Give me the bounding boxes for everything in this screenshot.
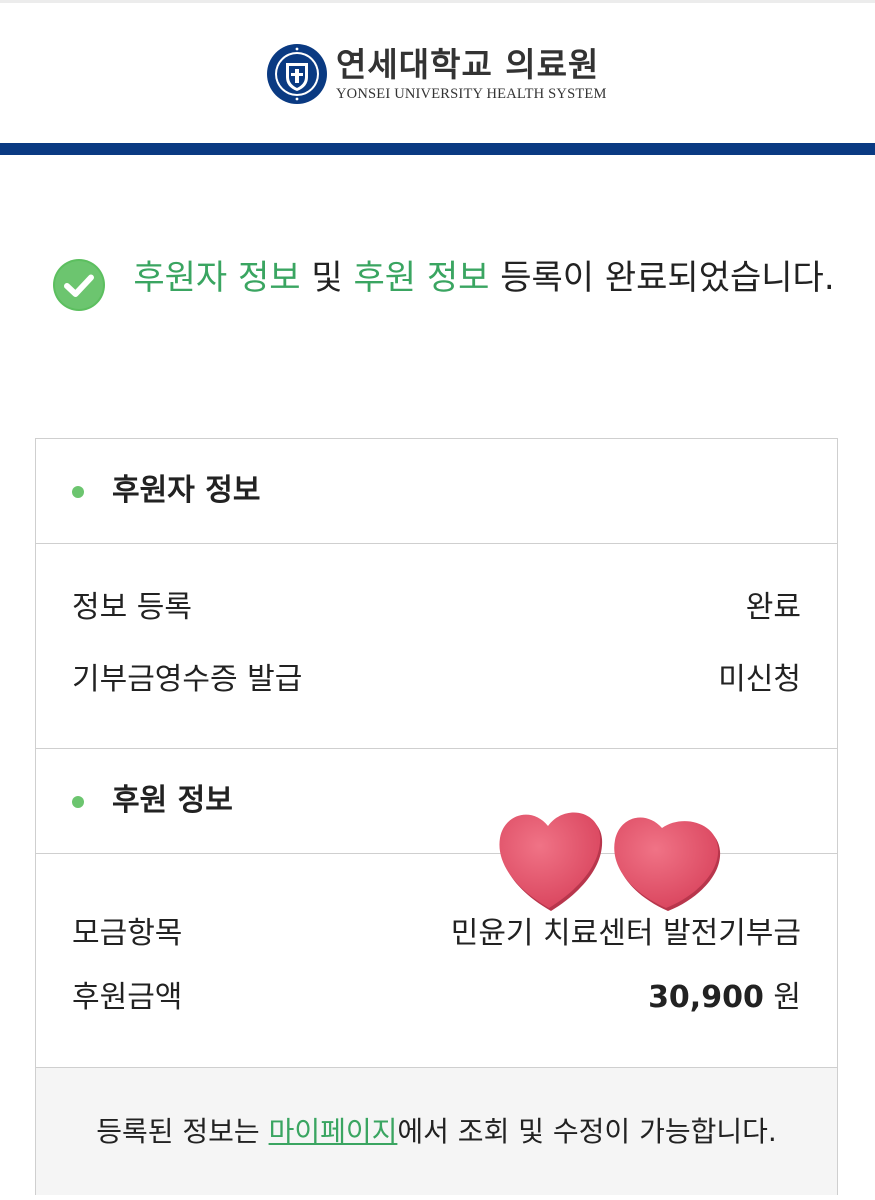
site-header: 연세대학교 의료원 YONSEI UNIVERSITY HEALTH SYSTE… [0, 3, 875, 143]
amount-unit: 원 [773, 980, 801, 1015]
check-circle-icon [53, 259, 105, 311]
amount-number: 30,900 [648, 980, 764, 1015]
footer-notice: 등록된 정보는 마이페이지에서 조회 및 수정이 가능합니다. [36, 1114, 837, 1150]
receipt-value: 미신청 [718, 662, 801, 697]
summary-card: 후원자 정보 정보 등록 완료 기부금영수증 발급 미신청 후원 정보 모금항목… [35, 438, 838, 1195]
footer-text-before: 등록된 정보는 [96, 1115, 269, 1148]
completion-text: 후원자 정보 및 후원 정보 등록이 완료되었습니다. [128, 255, 840, 301]
donor-section-title: 후원자 정보 [112, 473, 261, 508]
amount-value: 30,900 원 [648, 980, 801, 1016]
receipt-label: 기부금영수증 발급 [72, 662, 303, 697]
university-seal-icon [267, 44, 327, 104]
header-navy-bar [0, 143, 875, 155]
info-footer: 등록된 정보는 마이페이지에서 조회 및 수정이 가능합니다. [36, 1067, 837, 1195]
donation-section-header: 후원 정보 [36, 749, 837, 854]
logo-english-text: YONSEI UNIVERSITY HEALTH SYSTEM [336, 86, 607, 102]
bullet-dot-icon [72, 796, 84, 808]
donor-info-highlight: 후원자 정보 [133, 258, 301, 298]
university-logo[interactable]: 연세대학교 의료원 YONSEI UNIVERSITY HEALTH SYSTE… [266, 43, 606, 105]
donation-info-highlight: 후원 정보 [353, 258, 490, 298]
registration-label: 정보 등록 [72, 590, 192, 625]
message-conjunction: 및 [300, 258, 354, 298]
footer-text-after: 에서 조회 및 수정이 가능합니다. [397, 1115, 777, 1148]
donor-section-header: 후원자 정보 [36, 439, 837, 544]
fund-item-value: 민윤기 치료센터 발전기부금 [450, 916, 801, 951]
fund-item-label: 모금항목 [72, 916, 183, 951]
donation-section-title: 후원 정보 [112, 783, 233, 818]
amount-label: 후원금액 [72, 980, 183, 1015]
bullet-dot-icon [72, 486, 84, 498]
message-completion: 등록이 완료되었습니다. [489, 258, 835, 298]
mypage-link[interactable]: 마이페이지 [269, 1115, 398, 1148]
registration-value: 완료 [745, 590, 801, 625]
logo-korean-text: 연세대학교 의료원 [336, 45, 600, 84]
